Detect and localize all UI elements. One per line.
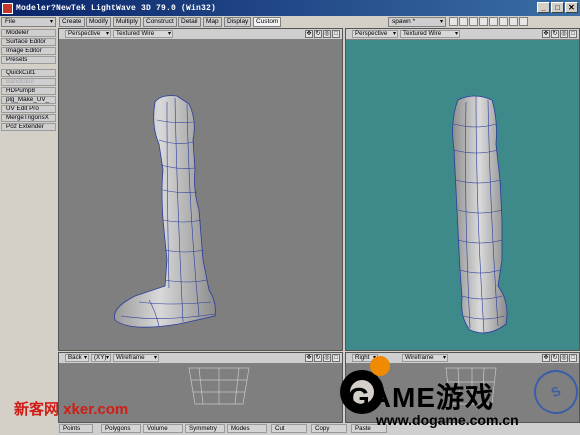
window-title: Modeler?NewTek LightWave 3D 79.0 (Win32) bbox=[16, 3, 217, 13]
tab-custom[interactable]: Custom bbox=[253, 17, 282, 27]
hdpump-button[interactable]: HDPump8 bbox=[1, 87, 56, 95]
viewport-header: Perspective Textured Wire ✥ ↻ ◎ □ bbox=[346, 29, 579, 40]
layer-button-icon[interactable] bbox=[499, 17, 508, 26]
modes-button[interactable]: Modes bbox=[227, 424, 267, 433]
symmetry-button[interactable]: Symmetry bbox=[185, 424, 225, 433]
rotate-view-icon[interactable]: ↻ bbox=[551, 30, 559, 38]
render-mode-select[interactable]: Wireframe bbox=[113, 354, 159, 362]
zoom-view-icon[interactable]: ◎ bbox=[323, 30, 331, 38]
viewport-controls: ✥ ↻ ◎ □ bbox=[305, 30, 340, 38]
layer-button-icon[interactable] bbox=[519, 17, 528, 26]
layer-button-icon[interactable] bbox=[479, 17, 488, 26]
lightwave-icon bbox=[2, 2, 13, 14]
tab-modify[interactable]: Modify bbox=[86, 17, 112, 27]
move-view-icon[interactable]: ✥ bbox=[542, 30, 550, 38]
quickcut-button[interactable]: QuickCut1 bbox=[1, 69, 56, 77]
view-type-select[interactable]: Perspective bbox=[352, 30, 398, 38]
uv-edit-pro-button[interactable]: UV Edit Pro bbox=[1, 105, 56, 113]
title-bar: Modeler?NewTek LightWave 3D 79.0 (Win32)… bbox=[0, 0, 580, 16]
render-mode-select[interactable]: Textured Wire bbox=[113, 30, 173, 38]
maximize-button[interactable]: □ bbox=[551, 2, 564, 13]
volume-mode-button[interactable]: Volume bbox=[143, 424, 183, 433]
bandglue-button[interactable]: BandGlue bbox=[1, 78, 56, 86]
image-editor-button[interactable]: Image Editor bbox=[1, 47, 56, 55]
layer-button-icon[interactable] bbox=[489, 17, 498, 26]
tab-detail[interactable]: Detail bbox=[178, 17, 201, 27]
viewport-top-left[interactable]: Perspective Textured Wire ✥ ↻ ◎ □ bbox=[58, 28, 343, 351]
maximize-view-icon[interactable]: □ bbox=[569, 354, 577, 362]
viewport-header: Perspective Textured Wire ✥ ↻ ◎ □ bbox=[59, 29, 342, 40]
rotate-view-icon[interactable]: ↻ bbox=[314, 354, 322, 362]
move-view-icon[interactable]: ✥ bbox=[542, 354, 550, 362]
viewport-controls: ✥ ↻ ◎ □ bbox=[542, 354, 577, 362]
layer-button-icon[interactable] bbox=[509, 17, 518, 26]
tab-bar: File Create Modify Multiply Construct De… bbox=[0, 17, 580, 28]
rotate-view-icon[interactable]: ↻ bbox=[314, 30, 322, 38]
move-view-icon[interactable]: ✥ bbox=[305, 354, 313, 362]
zoom-view-icon[interactable]: ◎ bbox=[323, 354, 331, 362]
tab-display[interactable]: Display bbox=[224, 17, 252, 27]
layer-select[interactable]: spawn * bbox=[388, 17, 446, 27]
tool-sidebar: Modeler Surface Editor Image Editor Pres… bbox=[0, 18, 57, 435]
window-controls: _ □ ✕ bbox=[537, 2, 578, 13]
presets-button[interactable]: Presets bbox=[1, 56, 56, 64]
surface-editor-button[interactable]: Surface Editor bbox=[1, 38, 56, 46]
render-mode-select[interactable]: Wireframe bbox=[402, 354, 448, 362]
close-button[interactable]: ✕ bbox=[565, 2, 578, 13]
maximize-view-icon[interactable]: □ bbox=[332, 30, 340, 38]
render-mode-select[interactable]: Textured Wire bbox=[400, 30, 460, 38]
tab-multiply[interactable]: Multiply bbox=[113, 17, 142, 27]
leg-model-right bbox=[452, 95, 508, 334]
zoom-view-icon[interactable]: ◎ bbox=[560, 30, 568, 38]
axis-label[interactable]: (XY) bbox=[91, 354, 111, 362]
watermark-game: GAME游戏 bbox=[348, 382, 495, 413]
viewport-top-right[interactable]: Perspective Textured Wire ✥ ↻ ◎ □ bbox=[345, 28, 580, 351]
maximize-view-icon[interactable]: □ bbox=[569, 30, 577, 38]
merge-trigons-button[interactable]: MergeTrigonsX bbox=[1, 114, 56, 122]
tab-create[interactable]: Create bbox=[59, 17, 85, 27]
layer-buttons bbox=[449, 17, 528, 26]
view-type-select[interactable]: Back bbox=[65, 354, 89, 362]
layer-button-icon[interactable] bbox=[469, 17, 478, 26]
polygons-mode-button[interactable]: Polygons bbox=[101, 424, 141, 433]
cut-button[interactable]: Cut bbox=[271, 424, 307, 433]
copy-button[interactable]: Copy bbox=[311, 424, 347, 433]
rotate-view-icon[interactable]: ↻ bbox=[551, 354, 559, 362]
points-mode-button[interactable]: Points bbox=[59, 424, 93, 433]
viewport-header: Back (XY) Wireframe ✥ ↻ ◎ □ bbox=[59, 353, 342, 364]
move-view-icon[interactable]: ✥ bbox=[305, 30, 313, 38]
watermark-url: www.dogame.com.cn bbox=[376, 412, 519, 428]
poz-extender-button[interactable]: Poz Extender bbox=[1, 123, 56, 131]
leg-model-left bbox=[114, 95, 216, 328]
layer-button-icon[interactable] bbox=[449, 17, 458, 26]
zoom-view-icon[interactable]: ◎ bbox=[560, 354, 568, 362]
minimize-button[interactable]: _ bbox=[537, 2, 550, 13]
tab-map[interactable]: Map bbox=[203, 17, 222, 27]
viewport-controls: ✥ ↻ ◎ □ bbox=[542, 30, 577, 38]
view-type-select[interactable]: Perspective bbox=[65, 30, 111, 38]
layer-button-icon[interactable] bbox=[459, 17, 468, 26]
modeler-menu[interactable]: Modeler bbox=[1, 29, 56, 37]
watermark-xker: 新客网 xker.com bbox=[14, 401, 129, 418]
tab-construct[interactable]: Construct bbox=[143, 17, 177, 27]
make-uv-button[interactable]: plg_Make_UV_ bbox=[1, 96, 56, 104]
